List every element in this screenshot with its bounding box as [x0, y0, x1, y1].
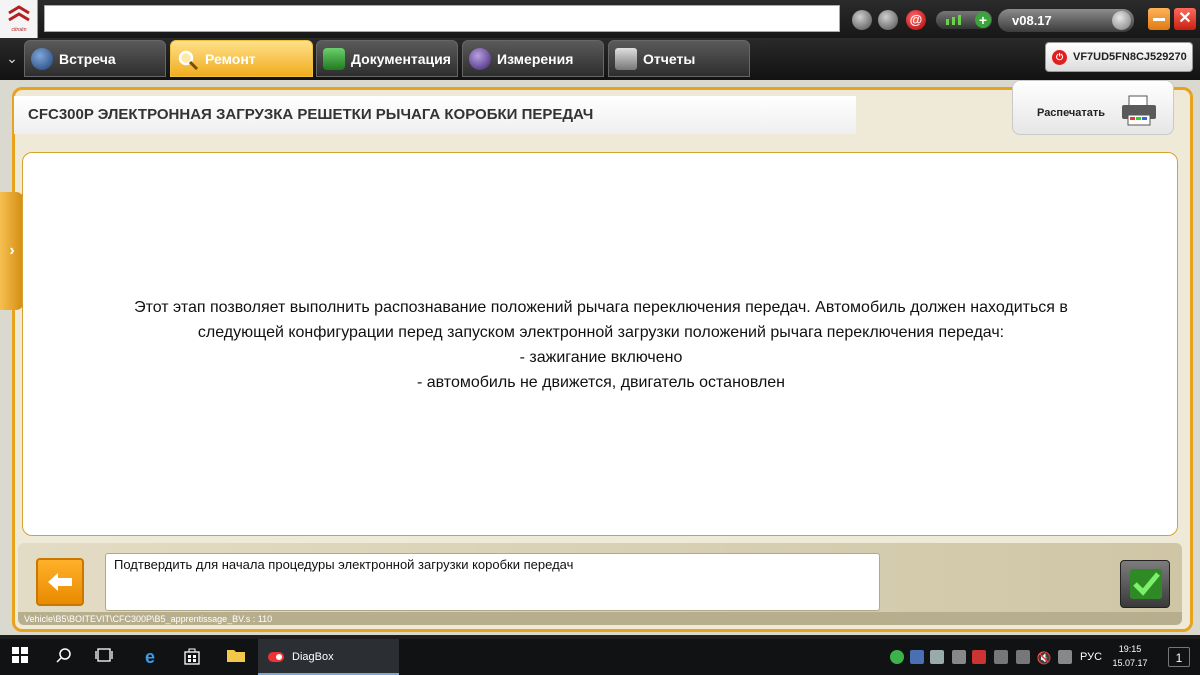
arrow-left-icon [48, 573, 72, 591]
instruction-line: Этот этап позволяет выполнить распознава… [134, 299, 1068, 316]
add-icon[interactable]: + [975, 12, 991, 28]
taskbar-app-diagbox[interactable]: DiagBox [258, 639, 399, 675]
checkmark-icon [1130, 569, 1162, 599]
confirm-button[interactable] [1120, 560, 1170, 608]
print-label: Распечатать [1037, 107, 1106, 119]
top-toolbar: citroën @ + v08.17 ✕ [0, 0, 1200, 38]
logo-text: citroën [11, 27, 27, 33]
signal-bar [958, 15, 961, 25]
back-button[interactable] [36, 558, 84, 606]
system-clock[interactable]: 19:15 15.07.17 [1110, 642, 1150, 670]
side-panel-toggle[interactable]: › [0, 192, 24, 310]
notification-center-icon[interactable]: 1 [1168, 647, 1190, 667]
version-text: v08.17 [1012, 13, 1052, 28]
mail-icon[interactable]: @ [906, 10, 926, 30]
tab-label: Измерения [497, 51, 574, 67]
page-title: CFC300P ЭЛЕКТРОННАЯ ЗАГРУЗКА РЕШЕТКИ РЫЧ… [28, 106, 594, 123]
tab-documentation[interactable]: Документация [316, 40, 458, 77]
address-field[interactable] [44, 5, 840, 32]
minimize-button[interactable] [1148, 8, 1170, 30]
instruction-panel: Этот этап позволяет выполнить распознава… [22, 152, 1178, 536]
folder-icon[interactable] [226, 647, 246, 667]
user-icon[interactable] [878, 10, 898, 30]
tray-alert-icon[interactable] [972, 650, 986, 664]
store-icon[interactable] [182, 647, 202, 667]
tray-status-icon[interactable] [890, 650, 904, 664]
connection-signal-icon[interactable]: + [936, 11, 992, 29]
edge-browser-icon[interactable]: e [140, 647, 160, 667]
download-icon[interactable] [852, 10, 872, 30]
close-button[interactable]: ✕ [1174, 8, 1196, 30]
task-view-icon[interactable] [94, 647, 114, 667]
chevron-down-icon[interactable]: ⌄ [3, 49, 21, 67]
waveform-icon [469, 48, 491, 70]
tab-label: Отчеты [643, 51, 696, 67]
diagbox-window: citroën @ + v08.17 ✕ ⌄ Встреча Ремонт До… [0, 0, 1200, 675]
tab-label: Встреча [59, 51, 116, 67]
tab-measurements[interactable]: Измерения [462, 40, 604, 77]
printer-icon [1122, 95, 1156, 126]
cloud-icon[interactable] [930, 650, 944, 664]
search-icon[interactable] [54, 647, 74, 667]
vehicle-vin-button[interactable]: ⏻ VF7UD5FN8CJ529270 [1045, 42, 1193, 72]
windows-taskbar: e DiagBox 🔇 РУС 19:15 15.07.17 1 [0, 639, 1200, 675]
report-icon [615, 48, 637, 70]
signal-bar [952, 17, 955, 25]
windows-start-icon[interactable] [10, 647, 30, 667]
tab-reports[interactable]: Отчеты [608, 40, 750, 77]
clock-time: 19:15 [1118, 644, 1142, 654]
wifi-icon[interactable] [1058, 650, 1072, 664]
instruction-line: следующей конфигурации перед запуском эл… [197, 324, 1005, 341]
settings-knob-icon[interactable] [1112, 11, 1131, 30]
input-language[interactable]: РУС [1080, 639, 1102, 675]
instruction-text: Этот этап позволяет выполнить распознава… [63, 295, 1139, 395]
script-path: Vehicle\B5\BOITEVIT\CFC300P\B5_apprentis… [24, 614, 273, 624]
tab-bar: ⌄ Встреча Ремонт Документация Измерения … [0, 38, 1200, 80]
tab-label: Документация [351, 51, 451, 67]
book-icon [323, 48, 345, 70]
taskbar-app-label: DiagBox [292, 651, 334, 663]
battery-icon[interactable] [952, 650, 966, 664]
signal-bar [946, 19, 949, 25]
confirmation-message: Подтвердить для начала процедуры электро… [105, 553, 880, 611]
volume-muted-icon[interactable]: 🔇 [1034, 648, 1054, 668]
citroen-logo: citroën [0, 0, 38, 38]
tab-meeting[interactable]: Встреча [24, 40, 166, 77]
tab-label: Ремонт [205, 51, 256, 67]
globe-icon [31, 48, 53, 70]
instruction-line: - зажигание включено [519, 349, 683, 366]
print-button[interactable]: Распечатать [1012, 80, 1174, 135]
magnifier-icon [177, 48, 199, 71]
tray-app-icon[interactable] [994, 650, 1008, 664]
vin-text: VF7UD5FN8CJ529270 [1073, 51, 1187, 63]
tray-network-icon[interactable] [910, 650, 924, 664]
usb-icon[interactable] [1016, 650, 1030, 664]
power-icon: ⏻ [1052, 50, 1067, 65]
chevrons-logo-icon [8, 5, 30, 22]
version-badge: v08.17 [998, 9, 1134, 32]
clock-date: 15.07.17 [1112, 658, 1148, 668]
instruction-line: - автомобиль не движется, двигатель оста… [416, 374, 786, 391]
diagbox-app-icon [268, 652, 284, 662]
tab-repair[interactable]: Ремонт [170, 40, 313, 77]
